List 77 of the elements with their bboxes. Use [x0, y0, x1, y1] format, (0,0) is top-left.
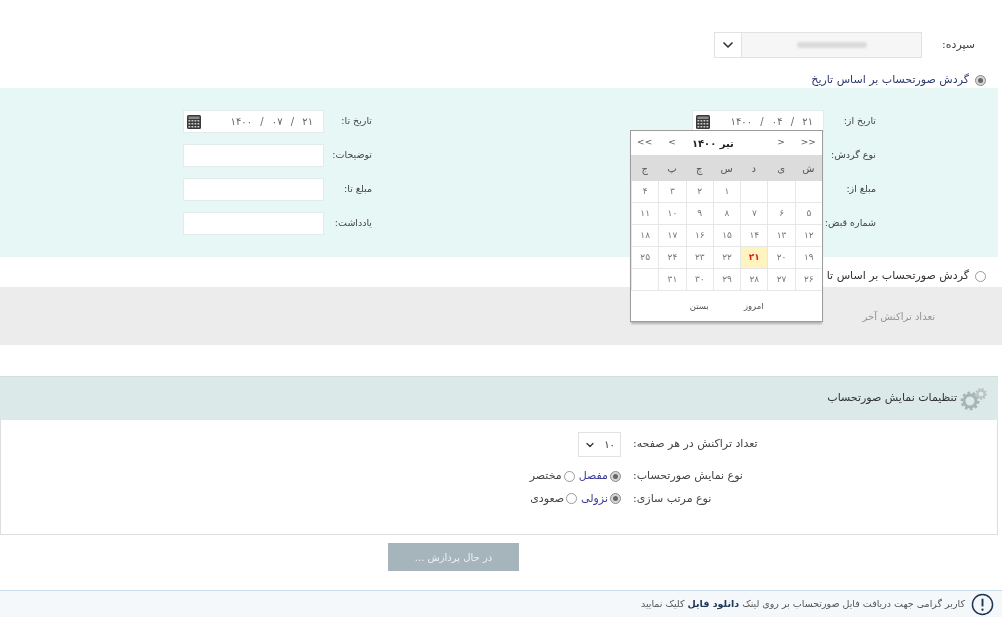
calendar-day[interactable]: ۱۴	[740, 225, 768, 247]
calendar-day[interactable]: ۱۳	[767, 225, 795, 247]
weekday-label: د	[751, 161, 757, 176]
settings-title: تنظیمات نمایش صورتحساب	[827, 390, 957, 407]
field-label: تاریخ از:	[843, 115, 876, 127]
field-label: مبلغ تا:	[344, 183, 372, 195]
calendar-day[interactable]: ۸	[712, 203, 741, 225]
calendar-nav-button[interactable]: <	[668, 136, 676, 150]
weekday-label: ج	[641, 161, 648, 176]
weekday-label: س	[720, 161, 733, 176]
notice-text: کاربر گرامی جهت دریافت فایل صورتحساب بر روی لینک دانلود فایل کلیک نمایید	[640, 596, 965, 612]
field-label: نوع گردش:	[830, 149, 876, 161]
field-label: تعداد تراکنش در هر صفحه:	[633, 436, 759, 453]
calendar-day[interactable]: ۵	[794, 203, 822, 225]
field-label: تعداد تراکنش آخر	[862, 309, 935, 324]
calendar-day[interactable]: ۱۸	[631, 225, 659, 247]
calendar-nav-button[interactable]: <<	[637, 136, 653, 150]
weekday-label: ش	[802, 161, 815, 176]
text-input-field[interactable]	[183, 144, 324, 167]
calendar-day[interactable]: ۹	[685, 203, 713, 225]
field-label: یادداشت:	[334, 217, 372, 229]
calendar-day[interactable]: ۳۰	[685, 269, 713, 291]
calendar-icon[interactable]	[187, 114, 201, 129]
blurred-text-icon	[796, 42, 867, 48]
info-icon	[971, 592, 994, 616]
calendar-day[interactable]: ۲۹	[712, 269, 741, 291]
field-label: شماره قبض:	[824, 217, 876, 229]
calendar-day[interactable]: ۲۷	[767, 269, 795, 291]
gears-icon	[960, 386, 988, 411]
calendar-day[interactable]: ۲۸	[740, 269, 768, 291]
calendar-day[interactable]: ۲۴	[658, 247, 686, 269]
calendar-day[interactable]: ۳۱	[658, 269, 686, 291]
calendar-day[interactable]: ۱۶	[685, 225, 713, 247]
calendar-day[interactable]: ۲۱	[740, 247, 768, 269]
calendar-day[interactable]: ۱۵	[712, 225, 741, 247]
radio-option[interactable]: گردش صورتحساب بر اساس تاریخ	[809, 72, 986, 88]
calendar-day[interactable]: ۱۷	[658, 225, 686, 247]
field-label: تاریخ تا:	[341, 115, 372, 127]
calendar-day[interactable]: ۱۱	[631, 203, 659, 225]
calendar-day[interactable]: ۲۰	[767, 247, 795, 269]
field-label: نوع نمایش صورتحساب:	[633, 468, 744, 484]
text-input-field[interactable]	[183, 212, 324, 235]
calendar-day[interactable]: ۲۳	[685, 247, 713, 269]
calendar-day[interactable]: ۴	[631, 181, 659, 203]
field-label: نوع مرتب سازی:	[633, 490, 713, 507]
deposit-select[interactable]	[714, 32, 922, 58]
close-button[interactable]: بستن	[689, 299, 709, 313]
calendar-nav-button[interactable]: >>	[800, 136, 816, 150]
weekday-label: چ	[696, 161, 703, 176]
calendar-day[interactable]: ۶	[767, 203, 795, 225]
calendar-icon[interactable]	[696, 114, 710, 129]
download-link[interactable]: دانلود فایل	[687, 597, 740, 609]
calendar-day[interactable]: ۱۰	[658, 203, 686, 225]
calendar-day[interactable]: ۱	[712, 181, 741, 203]
radio-option[interactable]: مختصر	[529, 468, 575, 485]
calendar-nav-button[interactable]: >	[777, 136, 785, 150]
field-label: توضیحات:	[332, 149, 372, 161]
calendar-day[interactable]: ۳	[658, 181, 686, 203]
radio-option[interactable]: صعودی	[530, 490, 578, 507]
calendar-day[interactable]: ۱۹	[794, 247, 822, 269]
calendar-day[interactable]: ۲۵	[631, 247, 659, 269]
today-button[interactable]: امروز	[743, 299, 764, 313]
calendar-day[interactable]: ۲	[685, 181, 713, 203]
field-label: سپرده:	[941, 36, 975, 53]
radio-option[interactable]: نزولی	[581, 490, 621, 507]
page-size-select[interactable]: ۱۰	[578, 432, 621, 457]
calendar-month-title: تیر ۱۴۰۰	[690, 136, 735, 151]
text-input-field[interactable]	[183, 178, 324, 201]
weekday-label: ی	[777, 161, 785, 176]
calendar-day[interactable]: ۷	[740, 203, 768, 225]
field-label: مبلغ از:	[846, 183, 876, 195]
weekday-label: پ	[667, 161, 677, 176]
calendar-day[interactable]: ۱۲	[794, 225, 822, 247]
date-input-field[interactable]: ۱۴۰۰ / ۰۷ / ۲۱	[183, 110, 324, 133]
calendar-day[interactable]: ۲۶	[794, 269, 822, 291]
calendar-day[interactable]: ۲۲	[712, 247, 741, 269]
radio-option[interactable]: مفصل	[578, 468, 621, 485]
